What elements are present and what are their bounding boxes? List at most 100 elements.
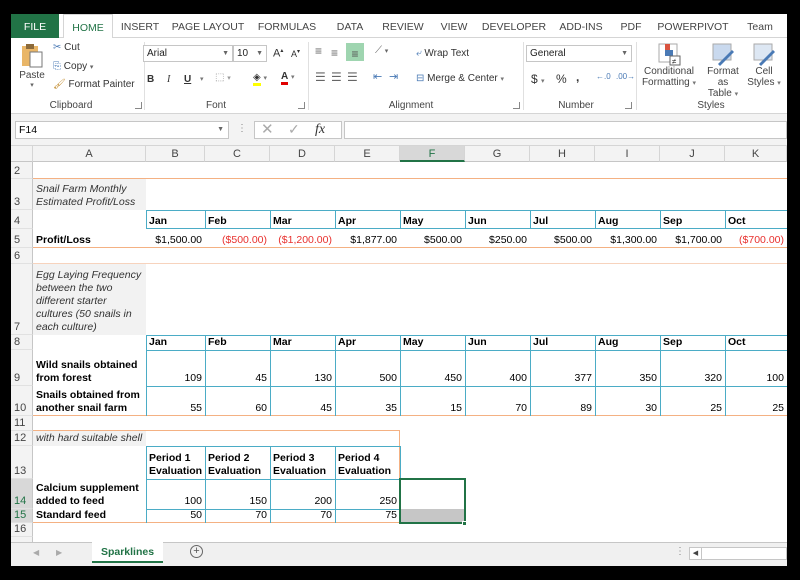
font-launcher-icon[interactable] — [298, 102, 305, 109]
row-header-10[interactable]: 10 — [11, 386, 33, 416]
tab-data[interactable]: DATA — [328, 14, 372, 38]
column-header-k[interactable]: K — [725, 146, 787, 162]
insert-function-icon[interactable]: fx — [315, 122, 325, 138]
tab-powerpivot[interactable]: POWERPIVOT — [653, 14, 733, 38]
more-options-icon[interactable]: ⋮ — [237, 123, 247, 134]
enter-icon[interactable]: ✓ — [288, 121, 300, 138]
fill-handle[interactable] — [462, 521, 467, 526]
row-header-7[interactable]: 7 — [11, 264, 33, 335]
underline-dropdown-icon[interactable]: ▾ — [200, 75, 204, 83]
number-launcher-icon[interactable] — [625, 102, 632, 109]
decrease-font-size-button[interactable]: A▾ — [291, 48, 300, 59]
decrease-indent-button[interactable]: ⇤ — [373, 70, 382, 83]
add-sheet-icon[interactable]: + — [190, 545, 203, 558]
top-align-button[interactable]: ≡ — [315, 44, 322, 58]
data-value: 45 — [255, 372, 267, 384]
tab-view[interactable]: VIEW — [434, 14, 474, 38]
row-header-6[interactable]: 6 — [11, 248, 33, 264]
font-size-dropdown[interactable]: 10 ▼ — [233, 45, 267, 62]
column-header-c[interactable]: C — [205, 146, 270, 162]
borders-button[interactable]: ⬚ ▾ — [215, 72, 231, 83]
increase-indent-button[interactable]: ⇥ — [389, 70, 398, 83]
chevron-down-icon[interactable]: ▼ — [217, 122, 224, 138]
tab-team[interactable]: Team — [737, 14, 783, 38]
row-header-13[interactable]: 13 — [11, 446, 33, 479]
merge-center-button[interactable]: ⊟ Merge & Center ▾ — [416, 73, 504, 84]
row-header-11[interactable]: 11 — [11, 416, 33, 431]
font-name-dropdown[interactable]: Arial ▼ — [143, 45, 233, 62]
paste-button[interactable]: Paste ▾ — [15, 42, 49, 94]
orientation-button[interactable]: ⟋ ▾ — [375, 45, 388, 56]
tab-add-ins[interactable]: ADD-INS — [553, 14, 609, 38]
column-header-g[interactable]: G — [465, 146, 530, 162]
column-header-a[interactable]: A — [33, 146, 146, 162]
tab-review[interactable]: REVIEW — [378, 14, 428, 38]
bold-button[interactable]: B — [147, 74, 154, 85]
row-header-15[interactable]: 15 — [11, 509, 33, 523]
scroll-left-icon[interactable]: ◀ — [33, 548, 39, 557]
decrease-decimal-button[interactable]: .00→ — [616, 72, 635, 81]
formula-input[interactable] — [344, 121, 787, 139]
tab-file[interactable]: FILE — [11, 14, 59, 38]
select-all-corner[interactable] — [11, 146, 33, 162]
number-format-dropdown[interactable]: General ▼ — [526, 45, 632, 62]
underline-button[interactable]: U — [184, 74, 191, 85]
wrap-text-button[interactable]: ⤶ Wrap Text — [416, 48, 469, 59]
column-header-f[interactable]: F — [400, 146, 465, 162]
percent-button[interactable]: % — [556, 72, 567, 86]
row-header-8[interactable]: 8 — [11, 335, 33, 350]
column-header-d[interactable]: D — [270, 146, 335, 162]
horizontal-scrollbar[interactable]: ◀ — [689, 547, 787, 560]
spreadsheet-grid[interactable]: ABCDEFGHIJK234567891011121314151617Snail… — [11, 146, 787, 542]
format-painter-button[interactable]: 🖌 Format Painter — [53, 79, 135, 90]
section-border — [33, 263, 787, 264]
align-right-button[interactable]: ☰ — [347, 70, 358, 84]
conditional-formatting-button[interactable]: ≠ Conditional Formatting ▾ — [639, 42, 699, 88]
scroll-right-icon[interactable]: ▶ — [56, 548, 62, 557]
row-header-5[interactable]: 5 — [11, 229, 33, 248]
column-header-i[interactable]: I — [595, 146, 660, 162]
scroll-left-arrow-icon[interactable]: ◀ — [690, 548, 702, 559]
row-header-14[interactable]: 14 — [11, 479, 33, 509]
sheet-tab-sparklines[interactable]: Sparklines — [92, 542, 163, 563]
format-as-table-button[interactable]: Format as Table ▾ — [701, 42, 745, 99]
row-header-16[interactable]: 16 — [11, 523, 33, 537]
column-header-j[interactable]: J — [660, 146, 725, 162]
name-box[interactable]: F14 ▼ — [15, 121, 229, 139]
cell-styles-button[interactable]: Cell Styles ▾ — [745, 42, 783, 88]
tab-formulas[interactable]: FORMULAS — [252, 14, 322, 38]
alignment-launcher-icon[interactable] — [513, 102, 520, 109]
active-cell-selection[interactable] — [399, 478, 466, 524]
copy-button[interactable]: ⎘ Copy ▾ — [53, 61, 93, 72]
row-header-9[interactable]: 9 — [11, 350, 33, 386]
currency-button[interactable]: $ ▾ — [531, 72, 545, 86]
comma-button[interactable]: , — [576, 70, 579, 84]
paste-dropdown-icon[interactable]: ▾ — [15, 81, 49, 89]
row-header-2[interactable]: 2 — [11, 162, 33, 179]
more-options-icon[interactable]: ⋮ — [675, 546, 685, 557]
bottom-align-button[interactable]: ≡ — [346, 43, 364, 61]
tab-insert[interactable]: INSERT — [114, 14, 166, 38]
cancel-icon[interactable]: ✕ — [261, 120, 274, 138]
column-header-e[interactable]: E — [335, 146, 400, 162]
align-left-button[interactable]: ☰ — [315, 70, 326, 84]
increase-decimal-button[interactable]: ←.0 — [596, 72, 611, 81]
row-header-12[interactable]: 12 — [11, 431, 33, 446]
column-header-b[interactable]: B — [146, 146, 205, 162]
align-center-button[interactable]: ☰ — [331, 70, 342, 84]
row-header-4[interactable]: 4 — [11, 210, 33, 229]
cut-button[interactable]: ✂ Cut — [53, 42, 80, 53]
fill-color-button[interactable]: ◈ ▾ — [253, 72, 267, 86]
copy-dropdown-icon[interactable]: ▾ — [90, 64, 94, 71]
italic-button[interactable]: I — [167, 74, 170, 85]
tab-page-layout[interactable]: PAGE LAYOUT — [169, 14, 247, 38]
tab-pdf[interactable]: PDF — [615, 14, 647, 38]
tab-home[interactable]: HOME — [63, 14, 113, 39]
font-color-button[interactable]: A ▾ — [281, 71, 295, 85]
column-header-h[interactable]: H — [530, 146, 595, 162]
clipboard-launcher-icon[interactable] — [135, 102, 142, 109]
tab-developer[interactable]: DEVELOPER — [479, 14, 549, 38]
middle-align-button[interactable]: ≡ — [331, 46, 338, 60]
row-header-3[interactable]: 3 — [11, 179, 33, 210]
increase-font-size-button[interactable]: A▴ — [273, 47, 283, 60]
